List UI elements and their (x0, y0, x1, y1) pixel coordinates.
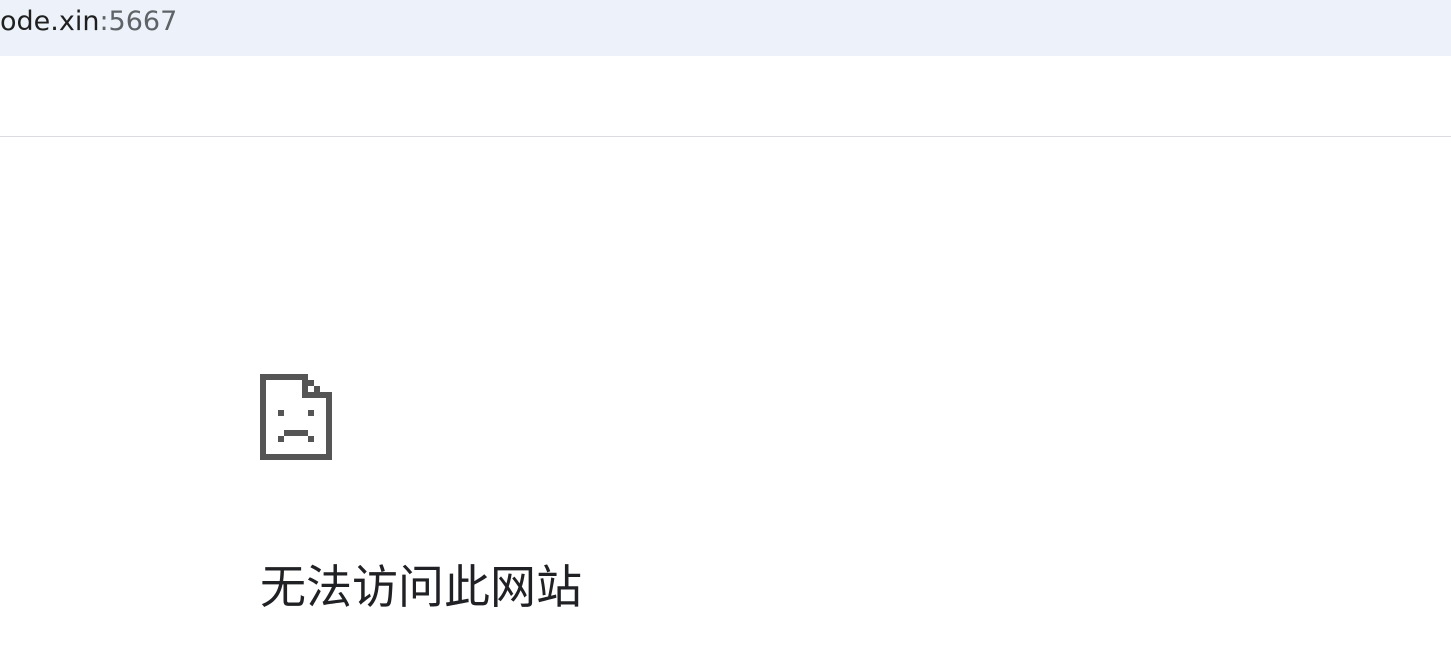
url-port: :5667 (99, 6, 178, 37)
url-host: ode.xin (0, 6, 100, 37)
sad-file-icon (260, 374, 332, 460)
address-bar[interactable]: ode.xin:5667 (0, 0, 1451, 56)
error-page: 无法访问此网站 (0, 137, 1451, 655)
browser-toolbar (0, 56, 1451, 137)
error-title: 无法访问此网站 (260, 560, 582, 614)
url-text[interactable]: ode.xin:5667 (0, 4, 177, 40)
